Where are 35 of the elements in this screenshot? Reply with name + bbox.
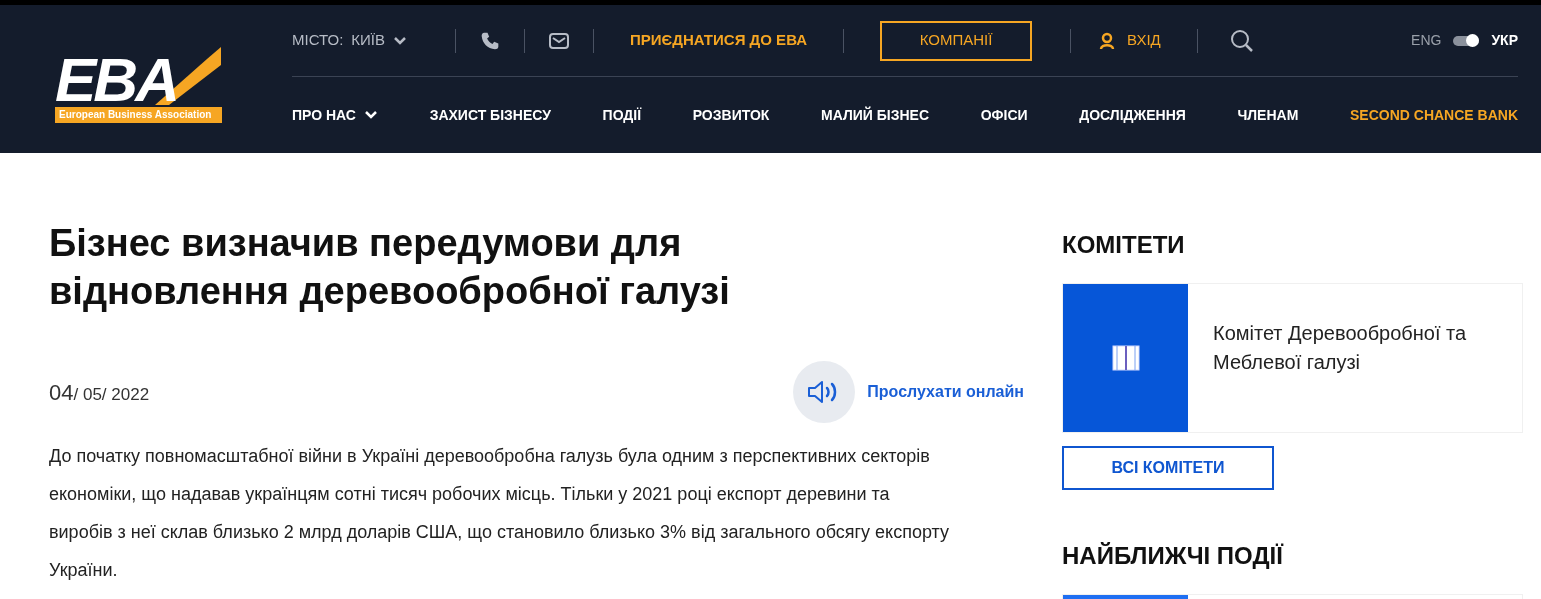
mail-icon[interactable] [549, 32, 570, 49]
logo[interactable]: EBA European Business Association [55, 35, 222, 123]
date-day: 04 [49, 375, 74, 409]
nav-item[interactable]: ПОДІЇ [602, 104, 642, 126]
committee-title: Комітет Деревообробної та Меблевої галузі [1213, 321, 1468, 375]
nav-item[interactable]: ЗАХИСТ БІЗНЕСУ [429, 104, 551, 126]
nav-item[interactable]: МАЛИЙ БІЗНЕС [820, 104, 930, 126]
chevron-icon [364, 110, 378, 120]
cabinet-icon [1111, 345, 1140, 371]
city-label: МІСТО: [292, 30, 344, 51]
article-paragraph: До початку повномасштабної війни в Україні деревообробна галузь була одним з перспективних секторів економіки, що надавав українцям сотні тисяч робочих місць. Тільки у 2021 році експорт деревини та виробів з неї склав близько 2 млрд доларів США, що становило близько 3% від загального обсягу експорту України. [49, 445, 949, 582]
nav-item[interactable]: SECOND CHANCE BANK [1350, 104, 1518, 126]
login-button[interactable]: ВХІД [1099, 29, 1161, 52]
date-month-year: / 05/ 2022 [73, 383, 150, 406]
committee-card[interactable]: Комітет Деревообробної та Меблевої галузі [1062, 283, 1523, 433]
nav-item[interactable]: ПРО НАС [292, 104, 378, 126]
user-icon [1099, 31, 1116, 50]
language-option[interactable]: ENG [1411, 30, 1442, 51]
nav-item[interactable]: ОФІСИ [980, 104, 1028, 126]
section-heading: НАЙБЛИЖЧІ ПОДІЇ [1062, 541, 1285, 571]
search-icon[interactable] [1229, 28, 1254, 53]
section-heading: КОМІТЕТИ [1062, 230, 1186, 260]
listen-button[interactable]: Прослухати онлайн [793, 361, 1024, 423]
all-committees-button[interactable]: ВСІ КОМІТЕТИ [1062, 446, 1274, 490]
article-title: Бізнес визначив передумови для відновлення деревообробної галузі [49, 221, 731, 314]
city-selector[interactable]: КИЇВ [351, 29, 408, 52]
nav-item[interactable]: ДОСЛІДЖЕННЯ [1079, 104, 1186, 126]
companies-button[interactable]: КОМПАНІЇ [880, 20, 1033, 61]
join-link[interactable]: ПРИЄДНАТИСЯ ДО ЕВА [630, 29, 808, 52]
nav-item[interactable]: РОЗВИТОК [692, 104, 770, 126]
chevron-icon [393, 35, 408, 46]
phone-icon[interactable] [480, 30, 501, 51]
language-toggle[interactable] [1453, 35, 1480, 46]
language-option[interactable]: УКР [1491, 30, 1518, 51]
nav-item[interactable]: ЧЛЕНАМ [1237, 104, 1299, 126]
